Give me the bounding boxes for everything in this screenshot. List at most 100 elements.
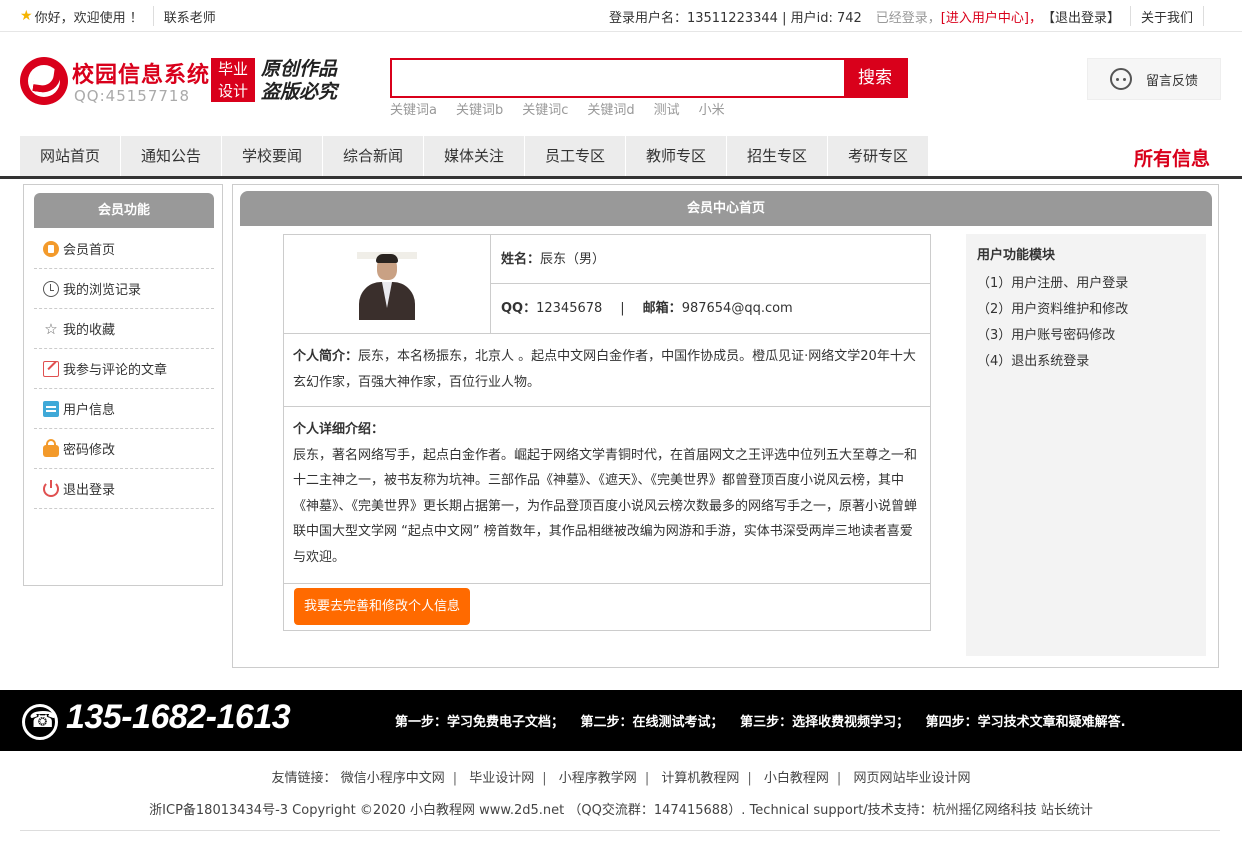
detail-text: 辰东，著名网络写手，起点白金作者。崛起于网络文学青铜时代，在首届网文之王评选中位…	[293, 447, 918, 565]
main-nav: 网站首页 通知公告 学校要闻 综合新闻 媒体关注 员工专区 教师专区 招生专区 …	[20, 136, 929, 176]
friend-link[interactable]: 小程序教学网	[559, 771, 637, 786]
contact-row: QQ：12345678 | 邮箱：987654@qq.com	[491, 284, 930, 334]
link-separator: |	[644, 771, 650, 786]
divider	[1129, 6, 1131, 26]
footer-divider	[20, 830, 1220, 831]
friend-links: 友情链接： 微信小程序中文网 | 毕业设计网 | 小程序教学网 | 计算机教程网 | 小…	[0, 767, 1242, 786]
footer-bar: 135-1682-1613 第一步：学习免费电子文档； 第二步：在线测试考试； …	[0, 690, 1242, 751]
nav-item-postgrad[interactable]: 考研专区	[828, 136, 929, 176]
sidebar-item-label: 会员首页	[63, 243, 116, 258]
sidebar-item-logout[interactable]: 退出登录	[34, 469, 214, 509]
keyword-link[interactable]: 关键词b	[456, 99, 503, 118]
nav-item-general-news[interactable]: 综合新闻	[323, 136, 424, 176]
sidebar-item-label: 我的收藏	[63, 323, 116, 338]
step-text: 第四步：学习技术文章和疑难解答.	[925, 715, 1126, 730]
friend-link[interactable]: 微信小程序中文网	[341, 771, 445, 786]
hotline-number: 135-1682-1613	[66, 698, 291, 736]
about-us-link[interactable]: 关于我们	[1141, 7, 1193, 26]
name-label: 姓名：	[501, 252, 541, 267]
sidebar-item-label: 密码修改	[63, 443, 116, 458]
intro-label: 个人简介：	[293, 349, 359, 364]
qq-value: 12345678	[536, 301, 603, 316]
nav-item-notices[interactable]: 通知公告	[121, 136, 222, 176]
link-separator: |	[452, 771, 458, 786]
badge-line-2: 设计	[217, 82, 248, 100]
nav-item-school-news[interactable]: 学校要闻	[222, 136, 323, 176]
sidebar-item-user-info[interactable]: 用户信息	[34, 389, 214, 429]
step-text: 第一步：学习免费电子文档；	[395, 715, 565, 730]
all-info-link[interactable]: 所有信息	[1134, 144, 1210, 171]
star-icon: ☆	[44, 319, 58, 338]
module-item: （2）用户资料维护和修改	[977, 302, 1129, 317]
sidebar-item-password[interactable]: 密码修改	[34, 429, 214, 469]
search-button[interactable]: 搜索	[844, 60, 906, 96]
slogan-line-2: 盗版必究	[261, 81, 338, 103]
badge-line-1: 毕业	[217, 60, 248, 78]
graduation-design-badge: 毕业 设计	[211, 58, 255, 102]
contact-teacher-link[interactable]: 联系老师	[164, 7, 216, 26]
search-input[interactable]	[394, 62, 846, 94]
nav-item-teachers[interactable]: 教师专区	[626, 136, 727, 176]
user-center-link[interactable]: [进入用户中心]	[941, 7, 1029, 26]
keyword-list: 关键词a 关键词b 关键词c 关键词d 测试 小米	[390, 99, 744, 118]
friend-link[interactable]: 毕业设计网	[469, 771, 534, 786]
sidebar-item-label: 我参与评论的文章	[63, 363, 168, 378]
email-value: 987654@qq.com	[681, 301, 793, 316]
detail-row: 个人详细介绍： 辰东，著名网络写手，起点白金作者。崛起于网络文学青铜时代，在首届…	[284, 407, 930, 584]
learning-steps: 第一步：学习免费电子文档； 第二步：在线测试考试； 第三步：选择收费视频学习； …	[395, 711, 1138, 730]
feedback-button[interactable]: 留言反馈	[1087, 58, 1221, 100]
home-icon	[43, 240, 59, 257]
nav-item-staff[interactable]: 员工专区	[525, 136, 626, 176]
sidebar-item-favorites[interactable]: ☆ 我的收藏	[34, 309, 214, 349]
divider	[1203, 6, 1204, 26]
edit-profile-button[interactable]: 我要去完善和修改个人信息	[294, 588, 470, 625]
logo-icon[interactable]	[20, 57, 68, 105]
login-info: 登录用户名：13511223344 | 用户id: 742	[608, 10, 862, 26]
intro-row: 个人简介：辰东，本名杨振东，北京人 。起点中文网白金作者，中国作协成员。橙瓜见证…	[284, 334, 930, 407]
friend-link[interactable]: 小白教程网	[764, 771, 829, 786]
copyright-text: 浙ICP备18013434号-3 Copyright ©2020 小白教程网 w…	[149, 803, 1093, 818]
module-item: （4）退出系统登录	[977, 354, 1090, 369]
keyword-link[interactable]: 测试	[654, 99, 680, 118]
separator: |	[620, 301, 625, 316]
member-main-panel: 会员中心首页 姓名：辰东（男） QQ：12345678 | 邮箱：987654@qq…	[232, 184, 1219, 668]
link-separator: |	[747, 771, 752, 786]
keyword-link[interactable]: 关键词a	[390, 99, 437, 118]
star-icon: ★	[20, 8, 33, 24]
sidebar-title: 会员功能	[34, 193, 214, 228]
link-separator: |	[836, 771, 842, 786]
email-label: 邮箱：	[642, 301, 682, 316]
sidebar-item-comments[interactable]: 我参与评论的文章	[34, 349, 214, 389]
name-row: 姓名：辰东（男）	[491, 235, 930, 284]
module-title: 用户功能模块	[977, 248, 1056, 263]
welcome-text: 你好，欢迎使用 ！	[34, 10, 143, 26]
phone-icon	[22, 704, 58, 740]
qq-label: QQ：	[501, 301, 537, 316]
feedback-label: 留言反馈	[1146, 73, 1199, 89]
link-separator: |	[542, 771, 547, 786]
step-text: 第三步：选择收费视频学习；	[740, 715, 910, 730]
friend-link[interactable]: 网页网站毕业设计网	[853, 771, 970, 786]
sidebar-item-member-home[interactable]: 会员首页	[34, 229, 214, 269]
nav-item-home[interactable]: 网站首页	[20, 136, 121, 176]
keyword-link[interactable]: 关键词d	[587, 99, 634, 118]
sidebar-item-label: 我的浏览记录	[63, 283, 142, 298]
nav-item-media[interactable]: 媒体关注	[424, 136, 525, 176]
name-value: 辰东（男）	[540, 252, 606, 267]
keyword-link[interactable]: 关键词c	[522, 99, 568, 118]
slogan: 原创作品 盗版必究	[261, 58, 337, 104]
sidebar-item-label: 用户信息	[63, 403, 116, 418]
top-bar: ★ 你好，欢迎使用 ！ 联系老师 登录用户名：13511223344 | 用户i…	[0, 0, 1242, 32]
detail-label: 个人详细介绍：	[293, 422, 385, 437]
logout-link[interactable]: 【退出登录】	[1042, 7, 1120, 26]
nav-item-admissions[interactable]: 招生专区	[727, 136, 828, 176]
clipboard-icon	[43, 400, 59, 417]
sidebar-item-history[interactable]: 我的浏览记录	[34, 269, 214, 309]
power-icon	[43, 479, 59, 497]
friend-link[interactable]: 计算机教程网	[661, 771, 739, 786]
module-item: （3）用户账号密码修改	[977, 328, 1116, 343]
site-title[interactable]: 校园信息系统	[72, 57, 210, 89]
intro-text: 辰东，本名杨振东，北京人 。起点中文网白金作者，中国作协成员。橙瓜见证·网络文学…	[293, 349, 916, 390]
profile-table: 姓名：辰东（男） QQ：12345678 | 邮箱：987654@qq.com 个人…	[283, 234, 931, 631]
keyword-link[interactable]: 小米	[699, 99, 725, 118]
